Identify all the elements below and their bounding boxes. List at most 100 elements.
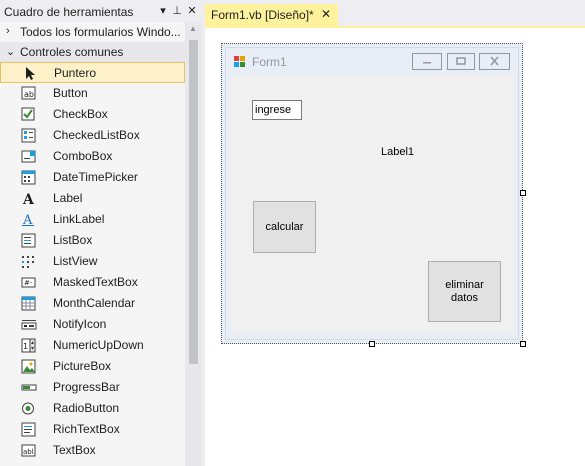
tool-label: CheckBox: [53, 107, 108, 121]
resize-handle-corner[interactable]: [520, 341, 526, 347]
toolbox-panel: Cuadro de herramientas ▾ ⊥ ✕ › Todos los…: [0, 0, 202, 466]
scroll-up-icon[interactable]: ▲: [189, 24, 197, 33]
tool-label: RichTextBox: [53, 422, 120, 436]
tool-listview[interactable]: ListView: [0, 251, 185, 272]
checkedlistbox-icon: [21, 128, 36, 143]
svg-text:1: 1: [23, 342, 28, 351]
label1[interactable]: Label1: [381, 146, 414, 158]
linklabel-icon: A: [22, 213, 34, 227]
calcular-button-label: calcular: [265, 220, 304, 233]
eliminar-datos-button-label: eliminar datos: [445, 278, 484, 304]
maximize-icon: [456, 57, 466, 65]
tool-label: MonthCalendar: [53, 296, 136, 310]
chevron-right-icon: ›: [6, 25, 10, 37]
progressbar-icon: [21, 384, 37, 391]
tool-label: Label: [53, 191, 83, 205]
tool-datetimepicker[interactable]: DateTimePicker: [0, 167, 185, 188]
maximize-button[interactable]: [447, 53, 475, 70]
tool-textbox[interactable]: abl TextBox: [0, 440, 185, 461]
minimize-button[interactable]: [412, 53, 442, 70]
form-title: Form1: [252, 55, 287, 69]
tool-notifyicon[interactable]: NotifyIcon: [0, 314, 185, 335]
listview-icon: [22, 256, 34, 268]
toolbox-title: Cuadro de herramientas: [4, 5, 134, 19]
chevron-down-icon: ⌄: [6, 46, 16, 58]
tool-label[interactable]: A Label: [0, 188, 185, 209]
group-label: Controles comunes: [20, 45, 124, 59]
tool-radiobutton[interactable]: RadioButton: [0, 398, 185, 419]
richtextbox-icon: [21, 422, 36, 437]
button-icon: ab: [21, 86, 36, 100]
tool-label: CheckedListBox: [53, 128, 140, 142]
close-icon[interactable]: ✕: [185, 3, 199, 19]
svg-text:#-: #-: [24, 279, 33, 287]
monthcalendar-icon: [21, 296, 36, 311]
group-controles-comunes[interactable]: ⌄ Controles comunes: [0, 42, 185, 62]
radiobutton-icon: [22, 402, 34, 415]
svg-text:ab: ab: [24, 90, 34, 99]
label-icon: A: [22, 192, 35, 206]
listbox-icon: [21, 233, 36, 248]
tab-label: Form1.vb [Diseño]*: [211, 8, 314, 22]
pointer-icon: [26, 67, 35, 80]
tool-label: NotifyIcon: [53, 317, 107, 331]
tool-label: ListBox: [53, 233, 93, 247]
tool-label: ListView: [53, 254, 98, 268]
svg-text:abl: abl: [23, 448, 34, 456]
tool-checkedlistbox[interactable]: CheckedListBox: [0, 125, 185, 146]
tool-label: Puntero: [54, 66, 97, 80]
tool-label: LinkLabel: [53, 212, 105, 226]
toolbox-title-bar: Cuadro de herramientas ▾ ⊥ ✕: [0, 0, 202, 22]
close-icon[interactable]: ✕: [321, 7, 331, 21]
tool-puntero[interactable]: Puntero: [0, 62, 185, 83]
textbox-icon: abl: [21, 444, 36, 457]
group-todos-los-formularios[interactable]: › Todos los formularios Windo...: [0, 22, 185, 42]
tool-listbox[interactable]: ListBox: [0, 230, 185, 251]
tool-label: ProgressBar: [53, 380, 120, 394]
datetimepicker-icon: [21, 170, 36, 185]
svg-text:A: A: [22, 192, 35, 206]
tool-checkbox[interactable]: CheckBox: [0, 104, 185, 125]
tool-label: Button: [53, 86, 88, 100]
form-icon: [234, 56, 245, 67]
tool-label: RadioButton: [53, 401, 120, 415]
textbox-ingrese[interactable]: ingrese: [252, 100, 302, 120]
resize-handle-bottom[interactable]: [369, 341, 375, 347]
minimize-icon: [423, 62, 431, 64]
tool-label: ComboBox: [53, 149, 113, 163]
tool-picturebox[interactable]: PictureBox: [0, 356, 185, 377]
tool-label: NumericUpDown: [53, 338, 144, 352]
maskedtextbox-icon: #-: [21, 277, 36, 288]
scrollbar-thumb[interactable]: [189, 40, 198, 364]
toolbox-list: › Todos los formularios Windo... ⌄ Contr…: [0, 22, 185, 466]
tool-label: DateTimePicker: [53, 170, 138, 184]
combobox-icon: [21, 150, 36, 163]
tool-progressbar[interactable]: ProgressBar: [0, 377, 185, 398]
tool-button[interactable]: ab Button: [0, 83, 185, 104]
tool-combobox[interactable]: ComboBox: [0, 146, 185, 167]
notifyicon-icon: [21, 320, 37, 330]
toolbox-scrollbar[interactable]: ▲: [185, 22, 202, 466]
tool-label: PictureBox: [53, 359, 112, 373]
tool-numericupdown[interactable]: 1 NumericUpDown: [0, 335, 185, 356]
close-icon: [490, 56, 499, 66]
tool-linklabel[interactable]: A LinkLabel: [0, 209, 185, 230]
group-label: Todos los formularios Windo...: [20, 25, 181, 39]
tool-monthcalendar[interactable]: MonthCalendar: [0, 293, 185, 314]
numericupdown-icon: 1: [21, 338, 36, 353]
resize-handle-right[interactable]: [520, 190, 526, 196]
picturebox-icon: [21, 359, 36, 374]
tab-form1-designer[interactable]: Form1.vb [Diseño]* ✕: [205, 4, 338, 26]
toolbox-dropdown-icon[interactable]: ▾: [156, 3, 170, 19]
close-button[interactable]: [479, 53, 510, 70]
tool-richtextbox[interactable]: RichTextBox: [0, 419, 185, 440]
tool-label: TextBox: [53, 443, 96, 457]
eliminar-datos-button[interactable]: eliminar datos: [428, 261, 501, 322]
tool-maskedtextbox[interactable]: #- MaskedTextBox: [0, 272, 185, 293]
tool-label: MaskedTextBox: [53, 275, 138, 289]
svg-text:A: A: [22, 213, 33, 227]
calcular-button[interactable]: calcular: [253, 201, 316, 253]
pin-icon[interactable]: ⊥: [170, 3, 184, 19]
checkbox-icon: [21, 107, 35, 121]
document-tab-bar: Form1.vb [Diseño]* ✕: [205, 0, 585, 26]
